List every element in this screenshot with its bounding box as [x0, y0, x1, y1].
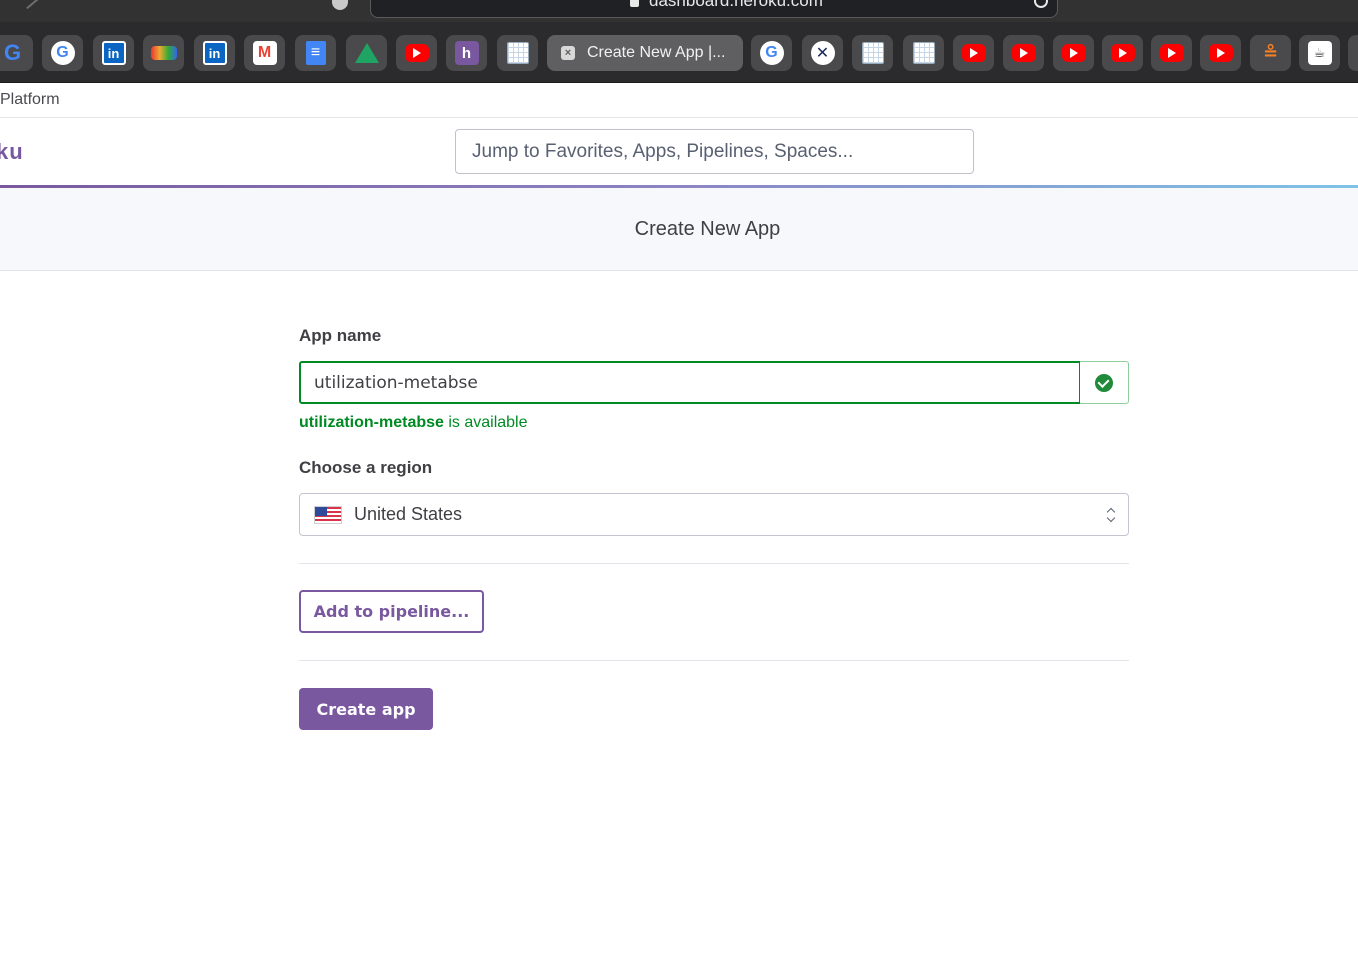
pinned-tab[interactable]: [1003, 35, 1044, 71]
youtube-icon: [1159, 44, 1184, 62]
url-text[interactable]: dashboard.heroku.com: [630, 0, 823, 11]
pinned-tab[interactable]: [295, 35, 336, 71]
browser-toolbar: dashboard.heroku.com: [0, 0, 1358, 22]
youtube-icon: [1061, 44, 1086, 62]
atom-icon: ✕: [810, 41, 835, 65]
availability-app-name: utilization-metabse: [299, 414, 444, 431]
shield-icon[interactable]: [332, 0, 348, 10]
pinned-tab[interactable]: [346, 35, 387, 71]
coffee-icon: ☕: [1307, 41, 1332, 65]
check-circle-icon: [1095, 373, 1113, 392]
us-flag-icon: [314, 505, 342, 524]
pinned-tab[interactable]: [903, 35, 944, 71]
linkedin-icon: in: [202, 41, 227, 65]
google-g-icon: G: [3, 40, 22, 65]
youtube-icon: [1011, 44, 1036, 62]
app-name-input[interactable]: [299, 361, 1081, 404]
pinned-tab[interactable]: [497, 35, 538, 71]
back-arrow-icon[interactable]: [19, 0, 39, 10]
grid-icon: [506, 42, 529, 64]
rawgraphs-icon: [150, 46, 177, 60]
active-tab[interactable]: × Create New App |...: [547, 35, 743, 71]
active-tab-title: Create New App |...: [587, 44, 726, 61]
pinned-tab[interactable]: [1200, 35, 1241, 71]
heroku-logo[interactable]: ku: [0, 139, 24, 165]
pinned-tab[interactable]: G: [42, 35, 83, 71]
platform-bar: [0, 83, 1358, 118]
region-label: Choose a region: [299, 458, 433, 477]
divider: [299, 660, 1129, 661]
google-icon: G: [50, 41, 75, 65]
pinned-tab[interactable]: M: [244, 35, 285, 71]
region-select[interactable]: United States: [299, 493, 1129, 536]
pinned-tab[interactable]: ≗: [1250, 35, 1291, 71]
pinned-tab[interactable]: [1053, 35, 1094, 71]
google-docs-icon: [305, 41, 326, 65]
select-arrows-icon: [1106, 507, 1116, 523]
pinned-tab[interactable]: G: [751, 35, 792, 71]
linkedin-icon: in: [101, 41, 126, 65]
close-icon[interactable]: ×: [561, 46, 575, 60]
pinned-tab[interactable]: ☕: [1299, 35, 1340, 71]
google-drive-icon: [354, 43, 379, 63]
youtube-icon: [1110, 44, 1135, 62]
search-input[interactable]: [455, 129, 974, 174]
grid-icon: [912, 42, 935, 64]
heroku-icon: h: [454, 41, 479, 65]
youtube-icon: [1208, 44, 1233, 62]
availability-suffix: is available: [443, 414, 528, 431]
youtube-icon: [404, 44, 429, 62]
stackoverflow-icon: ≗: [1262, 42, 1279, 63]
availability-message: utilization-metabse is available: [299, 414, 528, 432]
pinned-tab[interactable]: [1102, 35, 1143, 71]
youtube-icon: [961, 44, 986, 62]
pinned-tab[interactable]: in: [93, 35, 134, 71]
pinned-tab[interactable]: [852, 35, 893, 71]
region-value: United States: [354, 504, 463, 524]
google-icon: G: [759, 41, 784, 65]
create-app-button[interactable]: Create app: [299, 688, 433, 730]
pinned-tab[interactable]: G: [0, 35, 33, 71]
pinned-tab[interactable]: [143, 35, 184, 71]
pinned-tab[interactable]: [953, 35, 994, 71]
add-to-pipeline-button[interactable]: Add to pipeline...: [299, 590, 484, 633]
pinned-tab[interactable]: in: [194, 35, 235, 71]
gmail-icon: M: [252, 41, 277, 65]
divider: [299, 563, 1129, 564]
app-name-label: App name: [299, 326, 382, 345]
pinned-tab[interactable]: [396, 35, 437, 71]
pinned-tab[interactable]: h: [446, 35, 487, 71]
pinned-tab[interactable]: [1348, 35, 1358, 71]
name-status-addon: [1080, 361, 1129, 404]
platform-label[interactable]: Platform: [0, 91, 60, 109]
page-title: Create New App: [634, 218, 781, 240]
pinned-tab[interactable]: ✕: [802, 35, 843, 71]
pinned-tab[interactable]: [1151, 35, 1192, 71]
grid-icon: [861, 42, 884, 64]
